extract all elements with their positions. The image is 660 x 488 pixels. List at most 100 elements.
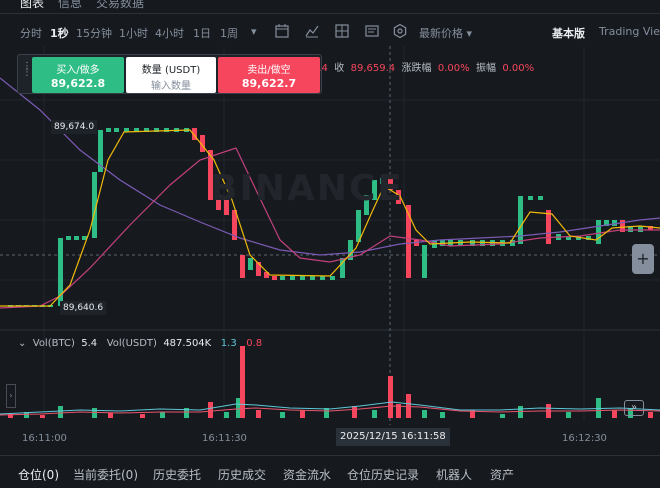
candle (406, 205, 411, 278)
tradingview-button[interactable]: Trading View (599, 25, 660, 38)
volume-legend: ⌄ Vol(BTC) 5.4 Vol(USDT) 487.504K 1.3 0.… (18, 338, 262, 349)
candle (638, 226, 643, 232)
price-type-select[interactable]: 最新价格 ▾ (419, 25, 472, 41)
volume-bar (648, 412, 653, 418)
layout-icon[interactable] (334, 23, 350, 39)
chart-toolbar: 分时 1秒 15分钟 1小时 4小时 1日 1周 ▾ 最新价格 ▾ 基本版 Tr… (0, 18, 660, 46)
buy-price: 89,622.8 (50, 77, 106, 90)
basic-view-button[interactable]: 基本版 (552, 25, 585, 41)
interval-15m[interactable]: 15分钟 (76, 25, 112, 41)
collapse-icon[interactable]: ⌄ (18, 338, 26, 349)
interval-1s[interactable]: 1秒 (50, 25, 69, 41)
drag-handle-icon[interactable]: ⋮ ⋮ (22, 62, 32, 84)
ohlc-change-label: 涨跌幅 (401, 63, 432, 74)
candle (240, 255, 245, 278)
sell-price: 89,622.7 (241, 77, 297, 90)
tab-funding-flow[interactable]: 资金流水 (283, 466, 331, 483)
tab-chart[interactable]: 图表 (20, 0, 44, 11)
quantity-input[interactable]: 数量 (USDT) 输入数量 (126, 57, 216, 93)
low-price-label: 89,640.6 (60, 301, 107, 315)
ohlc-close-value: 89,659.4 (350, 63, 396, 74)
volume-bar (440, 412, 445, 418)
vol-btc-label: Vol(BTC) (32, 338, 75, 349)
indicator-icon[interactable] (304, 23, 320, 39)
volume-bar (208, 402, 213, 418)
calendar-icon[interactable] (274, 23, 290, 39)
candle (422, 245, 427, 278)
price-chart[interactable] (0, 46, 660, 446)
candle (66, 236, 71, 240)
fast-forward-icon[interactable]: » (624, 400, 644, 416)
settings-icon[interactable] (392, 23, 408, 39)
tab-position-history[interactable]: 仓位历史记录 (347, 466, 419, 483)
candle (114, 128, 119, 132)
tab-order-history[interactable]: 历史委托 (153, 466, 201, 483)
ohlc-legend: 9.4 收 89,659.4 涨跌幅 0.00% 振幅 0.00% (312, 59, 534, 74)
ohlc-amp-value: 0.00% (502, 63, 535, 74)
binance-watermark: BINANCE (210, 168, 404, 209)
crosshair-time-label: 2025/12/15 16:11:58 (336, 428, 450, 446)
tab-info[interactable]: 信息 (58, 0, 82, 11)
interval-1h[interactable]: 1小时 (119, 25, 148, 41)
candle (528, 196, 533, 200)
tab-bots[interactable]: 机器人 (436, 466, 472, 483)
tab-open-orders[interactable]: 当前委托(0) (73, 466, 138, 483)
candle (280, 276, 285, 280)
vol-ma1-value: 1.3 (220, 338, 237, 349)
candle (518, 196, 523, 244)
volume-bar (140, 414, 145, 418)
candle (330, 276, 335, 280)
volume-bar (92, 408, 97, 418)
volume-bar (500, 414, 505, 418)
volume-bar (300, 410, 305, 418)
high-price-value: 89,674.0 (54, 122, 95, 132)
interval-1d[interactable]: 1日 (193, 25, 211, 41)
volume-bar (612, 410, 617, 418)
volume-bars (8, 346, 653, 418)
volume-bar (324, 408, 329, 418)
low-price-value: 89,640.6 (63, 303, 104, 313)
draw-tools-icon[interactable] (364, 23, 380, 39)
volume-bar (372, 410, 377, 418)
buy-long-button[interactable]: 买入/做多 89,622.8 (32, 57, 124, 93)
candle (290, 276, 295, 280)
volume-bar (58, 406, 63, 418)
tab-positions[interactable]: 仓位(0) (18, 466, 59, 483)
bottom-tabs: 仓位(0) 当前委托(0) 历史委托 历史成交 资金流水 仓位历史记录 机器人 … (0, 455, 660, 488)
tab-assets[interactable]: 资产 (490, 466, 514, 483)
volume-bar (280, 412, 285, 418)
candle (74, 236, 79, 240)
chevron-down-icon: ▾ (466, 27, 473, 40)
time-label: 16:12:30 (562, 433, 607, 444)
expand-left-icon[interactable]: › (6, 384, 16, 408)
tab-trade-history[interactable]: 历史成交 (218, 466, 266, 483)
volume-bar (240, 346, 245, 418)
time-label: 16:11:00 (22, 433, 67, 444)
ohlc-open-tail: 9.4 (312, 63, 328, 74)
interval-4h[interactable]: 4小时 (155, 25, 184, 41)
volume-bar (566, 412, 571, 418)
quick-trade-panel: ⋮ ⋮ 买入/做多 89,622.8 数量 (USDT) 输入数量 卖出/做空 8… (17, 54, 322, 94)
scroll-to-latest-button[interactable]: + (632, 244, 654, 274)
candle (596, 220, 601, 244)
volume-bar (352, 406, 357, 418)
sell-short-button[interactable]: 卖出/做空 89,622.7 (218, 57, 320, 93)
high-price-label: 89,674.0 (51, 120, 98, 134)
price-type-label: 最新价格 (419, 27, 463, 40)
tab-trade-data[interactable]: 交易数据 (96, 0, 144, 11)
candle (538, 196, 543, 200)
interval-timeline[interactable]: 分时 (20, 25, 42, 41)
sell-label: 卖出/做空 (247, 65, 291, 76)
vol-usdt-label: Vol(USDT) (106, 338, 157, 349)
interval-1w[interactable]: 1周 (220, 25, 238, 41)
top-tabs: 图表 信息 交易数据 (0, 0, 660, 14)
volume-bar (160, 412, 165, 418)
volume-bar (388, 376, 393, 418)
candle (300, 276, 305, 280)
quantity-label: 数量 (USDT) (141, 65, 201, 76)
ohlc-close-label: 收 (334, 63, 345, 74)
volume-bar (40, 415, 45, 418)
interval-more-dropdown-icon[interactable]: ▾ (251, 25, 257, 38)
candle (272, 276, 277, 280)
candle (248, 258, 253, 270)
